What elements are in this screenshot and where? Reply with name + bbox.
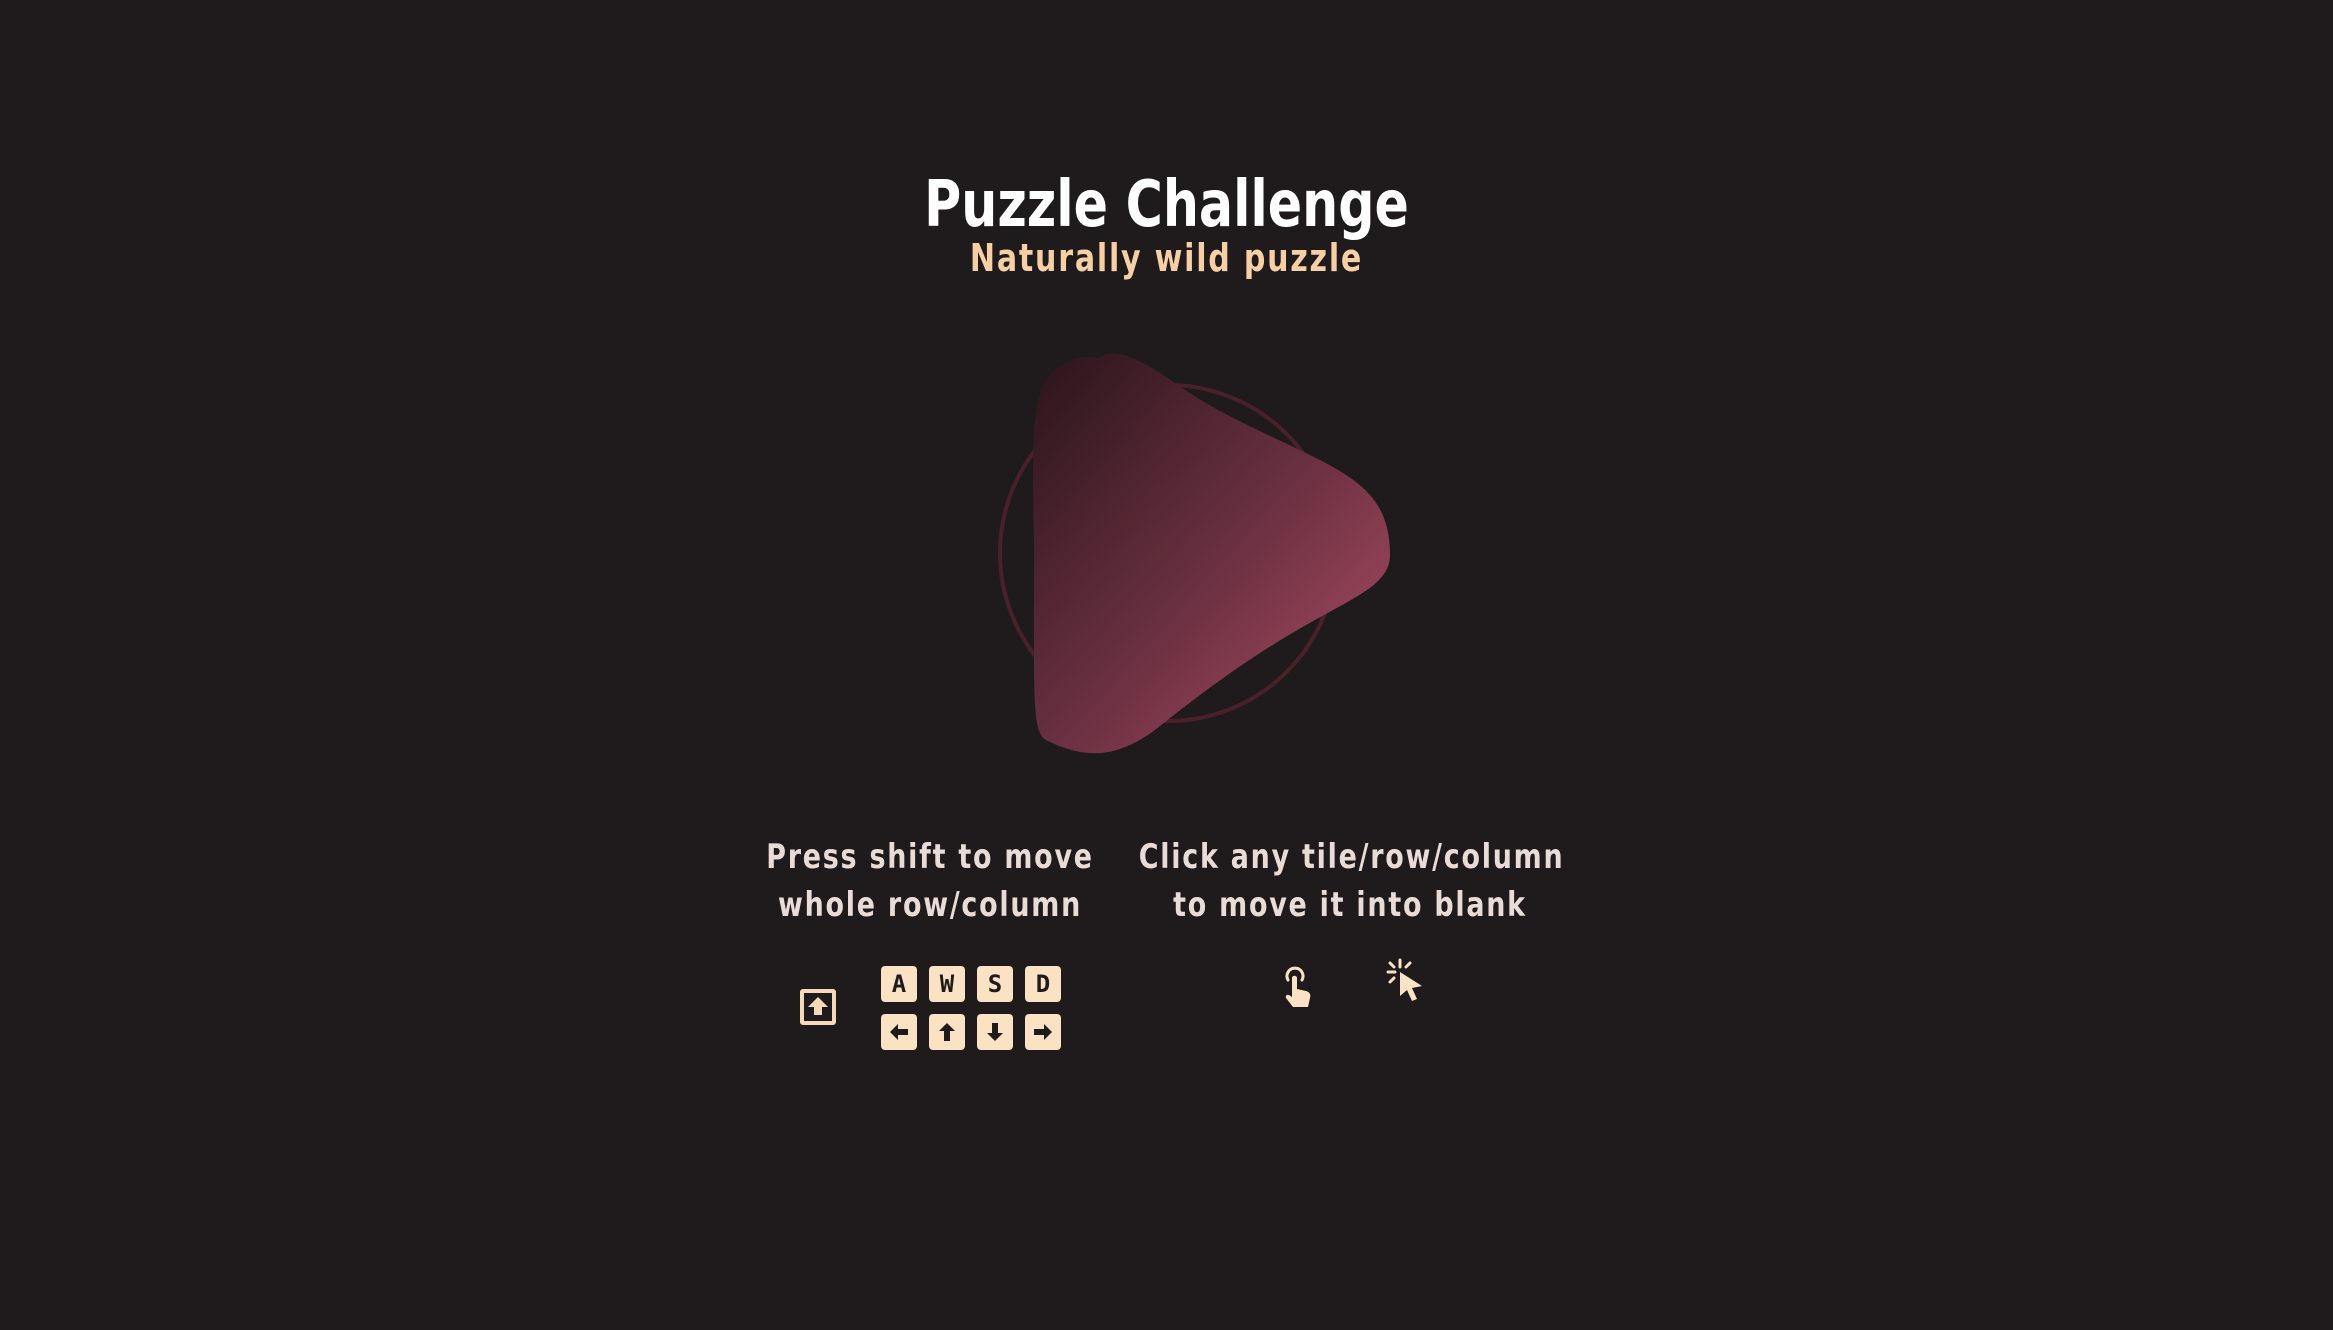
- arrow-down-icon: [977, 1014, 1013, 1050]
- shift-instructions: Press shift to move whole row/column: [728, 833, 1133, 929]
- play-triangle: [1033, 353, 1390, 754]
- mouse-click-icon: [1384, 958, 1428, 1014]
- click-instructions-line2: to move it into blank: [1173, 885, 1527, 925]
- click-instructions-line1: Click any tile/row/column: [1138, 837, 1565, 877]
- key-s: S: [977, 966, 1013, 1002]
- touch-icon: [1278, 966, 1314, 1014]
- key-w: W: [929, 966, 965, 1002]
- arrow-left-icon: [881, 1014, 917, 1050]
- play-button[interactable]: [990, 350, 1410, 760]
- start-screen: Puzzle Challenge Naturally wild puzzle P…: [0, 0, 2333, 1330]
- page-title: Puzzle Challenge: [924, 168, 1409, 242]
- play-icon: [998, 353, 1390, 754]
- page-subtitle: Naturally wild puzzle: [969, 236, 1364, 280]
- key-a: A: [881, 966, 917, 1002]
- shift-instructions-line1: Press shift to move: [766, 837, 1094, 877]
- click-instructions: Click any tile/row/column to move it int…: [1138, 833, 1565, 929]
- arrow-right-icon: [1025, 1014, 1061, 1050]
- shift-key-icon: [800, 989, 836, 1025]
- key-d: D: [1025, 966, 1061, 1002]
- arrow-up-icon: [929, 1014, 965, 1050]
- shift-instructions-line2: whole row/column: [777, 885, 1083, 925]
